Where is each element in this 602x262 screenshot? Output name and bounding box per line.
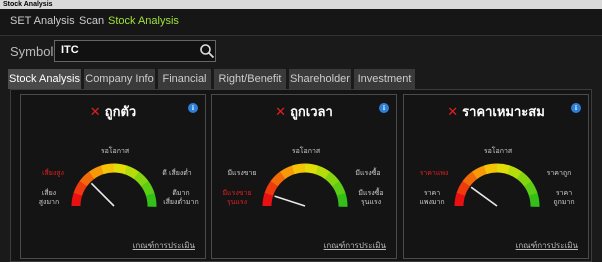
gauge-segment xyxy=(141,181,155,197)
gauge-segment xyxy=(516,171,532,187)
nav-stock-analysis[interactable]: Stock Analysis xyxy=(108,15,179,27)
card-right-stock: ✕ ถูกตัว i รอโอกาส เสี่ยงสูง ดี เสี่ยงต่ำ… xyxy=(20,94,206,259)
gauge-segment xyxy=(315,165,331,180)
search-icon[interactable] xyxy=(199,43,215,59)
tab-company-info[interactable]: Company Info xyxy=(84,69,155,89)
gauge-segment xyxy=(524,181,538,197)
card-title: ✕ ราคาเหมาะสม xyxy=(404,101,588,122)
gauge-segment xyxy=(462,171,478,187)
gauge-segment xyxy=(483,163,498,175)
tab-investment[interactable]: Investment xyxy=(354,69,415,89)
label-top: รอโอกาส xyxy=(291,147,321,155)
gauge-segment xyxy=(496,163,511,175)
criteria-link[interactable]: เกณฑ์การประเมิน xyxy=(133,239,195,252)
gauge-segment xyxy=(507,165,523,180)
criteria-link[interactable]: เกณฑ์การประเมิน xyxy=(516,239,578,252)
window-title: Stock Analysis xyxy=(0,0,602,9)
tab-right-benefit[interactable]: Right/Benefit xyxy=(214,69,286,89)
x-icon: ✕ xyxy=(447,105,459,120)
label-top: รอโอกาส xyxy=(100,147,130,155)
gauge xyxy=(262,163,348,207)
criteria-link[interactable]: เกณฑ์การประเมิน xyxy=(324,239,386,252)
gauge-needle xyxy=(90,182,115,207)
gauge-segment xyxy=(100,163,115,175)
gauge-segment xyxy=(280,165,296,179)
gauge-segment xyxy=(145,192,157,207)
x-icon: ✕ xyxy=(275,105,287,120)
gauge-segment xyxy=(124,165,140,180)
card-title: ✕ ถูกเวลา xyxy=(212,101,396,122)
label-right-lower: ดีมาก เสี่ยงต่ำมาก xyxy=(163,189,199,206)
card-title-text: ถูกตัว xyxy=(104,105,137,120)
gauge-segment xyxy=(113,163,128,175)
info-icon[interactable]: i xyxy=(379,103,389,113)
label-left-lower: เสี่ยง สูงมาก xyxy=(38,189,60,206)
tab-financial[interactable]: Financial xyxy=(158,69,211,89)
gauge-segment xyxy=(89,165,105,179)
gauge-segment xyxy=(528,192,540,207)
gauge-segment xyxy=(332,181,346,197)
gauge-segment xyxy=(324,171,340,187)
card-right-time: ✕ ถูกเวลา i รอโอกาส มีแรงขาย มีแรงซื้อ มี… xyxy=(211,94,397,259)
gauge-segment xyxy=(133,171,149,187)
gauge-segment xyxy=(456,180,471,196)
tab-shareholder[interactable]: Shareholder xyxy=(289,69,351,89)
gauge xyxy=(454,163,540,207)
card-title-text: ถูกเวลา xyxy=(290,105,333,120)
card-title: ✕ ถูกตัว xyxy=(21,101,205,122)
info-icon[interactable]: i xyxy=(571,103,581,113)
symbol-label: Symbol xyxy=(10,44,54,59)
label-right-lower: มีแรงซื้อ รุนแรง xyxy=(358,189,384,206)
x-icon: ✕ xyxy=(89,105,101,120)
card-title-text: ราคาเหมาะสม xyxy=(462,105,545,120)
top-nav: SET Analysis Scan Stock Analysis xyxy=(0,9,602,36)
gauge-segment xyxy=(264,180,279,196)
card-right-price: ✕ ราคาเหมาะสม i รอโอกาส ราคาแพง ราคาถูก ร… xyxy=(403,94,589,259)
label-top: รอโอกาส xyxy=(483,147,513,155)
gauge-segment xyxy=(472,165,488,179)
gauge-needle xyxy=(274,195,306,207)
label-left-lower: ราคา แพงมาก xyxy=(419,189,445,206)
nav-set-analysis[interactable]: SET Analysis xyxy=(10,15,75,27)
gauge-segment xyxy=(71,192,83,207)
gauge xyxy=(71,163,157,207)
info-icon[interactable]: i xyxy=(188,103,198,113)
gauge-segment xyxy=(270,171,286,187)
gauge-segment xyxy=(291,163,306,175)
gauge-segment xyxy=(454,192,466,207)
label-right-lower: ราคา ถูกมาก xyxy=(553,189,575,206)
label-left-lower: มีแรงขาย รุนแรง xyxy=(222,189,252,206)
gauge-needle xyxy=(470,186,498,207)
gauge-segment xyxy=(304,163,319,175)
gauge-segment xyxy=(262,192,274,207)
gauge-segment xyxy=(73,180,88,196)
gauge-segment xyxy=(336,192,348,207)
tab-stock-analysis[interactable]: Stock Analysis xyxy=(8,69,81,89)
nav-scan[interactable]: Scan xyxy=(79,15,104,27)
gauge-segment xyxy=(79,171,95,187)
symbol-input[interactable]: ITC xyxy=(54,40,216,62)
